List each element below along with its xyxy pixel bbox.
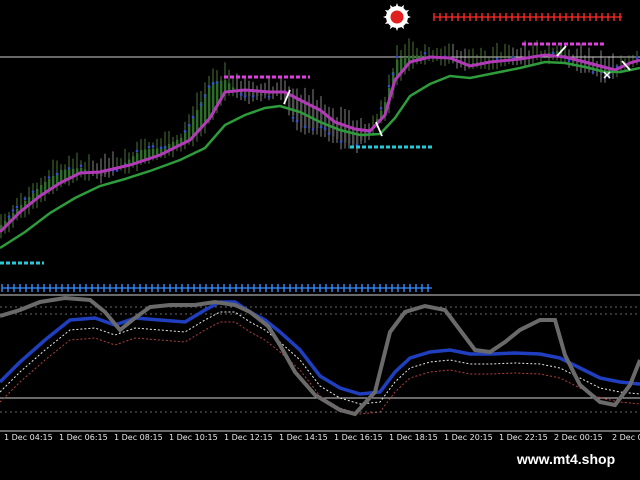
- price-dot: [23, 197, 27, 201]
- price-dot: [211, 82, 215, 85]
- candle-body: [316, 108, 319, 128]
- sun-ray: [395, 25, 399, 31]
- time-axis-label: 1 Dec 10:15: [169, 433, 218, 442]
- price-dot: [295, 119, 299, 123]
- price-dot: [11, 209, 15, 212]
- price-dot: [243, 95, 247, 98]
- sun-ray: [395, 3, 399, 9]
- price-dot: [187, 123, 191, 127]
- price-dot: [379, 106, 383, 110]
- price-dot: [15, 205, 19, 209]
- price-dot: [31, 190, 35, 193]
- price-dot: [67, 166, 71, 170]
- price-dot: [327, 132, 331, 136]
- price-dot: [79, 164, 83, 168]
- price-dot: [339, 140, 343, 143]
- price-dot: [423, 51, 427, 55]
- price-dot: [323, 127, 327, 130]
- price-dot: [551, 51, 555, 54]
- price-dot: [55, 172, 59, 176]
- price-dot: [239, 93, 243, 96]
- price-dot: [495, 57, 499, 61]
- time-axis-label: 1 Dec 16:15: [334, 433, 383, 442]
- time-axis-label: 1 Dec 14:15: [279, 433, 328, 442]
- price-dot: [215, 81, 219, 84]
- sun-signal-icon: [383, 3, 411, 31]
- price-dot: [183, 129, 187, 133]
- price-dot: [163, 146, 167, 149]
- time-axis-label: 1 Dec 12:15: [224, 433, 273, 442]
- levels: [0, 42, 604, 265]
- indicator-panel[interactable]: [0, 295, 640, 417]
- price-dot: [191, 115, 195, 119]
- price-dot: [147, 145, 151, 149]
- indicator-blue-line: [0, 300, 640, 396]
- chart-window: 1 Dec 04:15 1 Dec 06:15 1 Dec 08:15 1 Dec 1…: [0, 0, 640, 480]
- price-dot: [387, 84, 391, 88]
- price-dot: [303, 125, 307, 128]
- candle-body: [348, 126, 351, 144]
- time-axis: 1 Dec 04:15 1 Dec 06:15 1 Dec 08:15 1 Dec 1…: [0, 433, 640, 447]
- price-dot: [7, 215, 11, 218]
- price-dot: [567, 59, 571, 63]
- indicator-white-dotted: [0, 311, 640, 405]
- price-dot: [591, 70, 595, 74]
- watermark: www.mt4.shop: [497, 446, 635, 472]
- price-chart[interactable]: [0, 0, 640, 432]
- time-axis-label: 2 Dec 02: [612, 433, 640, 442]
- candle-body: [356, 129, 359, 145]
- candles: [0, 38, 639, 239]
- time-axis-label: 1 Dec 20:15: [444, 433, 493, 442]
- price-dot: [135, 149, 139, 153]
- ma-slow-line: [0, 60, 640, 250]
- price-dot: [291, 116, 295, 120]
- price-dot: [151, 145, 155, 148]
- price-dot: [47, 176, 51, 179]
- time-axis-label: 1 Dec 22:15: [499, 433, 548, 442]
- candle-body: [340, 123, 343, 142]
- candle-body: [204, 94, 207, 125]
- price-dot: [267, 95, 271, 99]
- price-dot: [203, 94, 207, 98]
- time-axis-label: 2 Dec 00:15: [554, 433, 603, 442]
- candle-body: [292, 95, 295, 116]
- candle-body: [336, 122, 339, 140]
- main-panel[interactable]: [0, 3, 640, 292]
- candle-body: [352, 127, 355, 145]
- price-dot: [159, 146, 163, 150]
- candle-body: [344, 125, 347, 143]
- price-dot: [311, 127, 315, 131]
- price-dot: [395, 55, 399, 59]
- time-axis-label: 1 Dec 04:15: [4, 433, 53, 442]
- price-dot: [635, 56, 639, 59]
- price-dot: [251, 95, 255, 98]
- sun-ray: [405, 15, 411, 19]
- time-axis-label: 1 Dec 06:15: [59, 433, 108, 442]
- price-dot: [207, 85, 211, 88]
- ma-fast-line: [0, 53, 640, 234]
- time-axis-label: 1 Dec 08:15: [114, 433, 163, 442]
- sun-ray: [383, 15, 389, 19]
- price-dot: [391, 72, 395, 76]
- price-dot: [319, 125, 323, 129]
- price-dot: [199, 103, 203, 106]
- time-axis-label: 1 Dec 18:15: [389, 433, 438, 442]
